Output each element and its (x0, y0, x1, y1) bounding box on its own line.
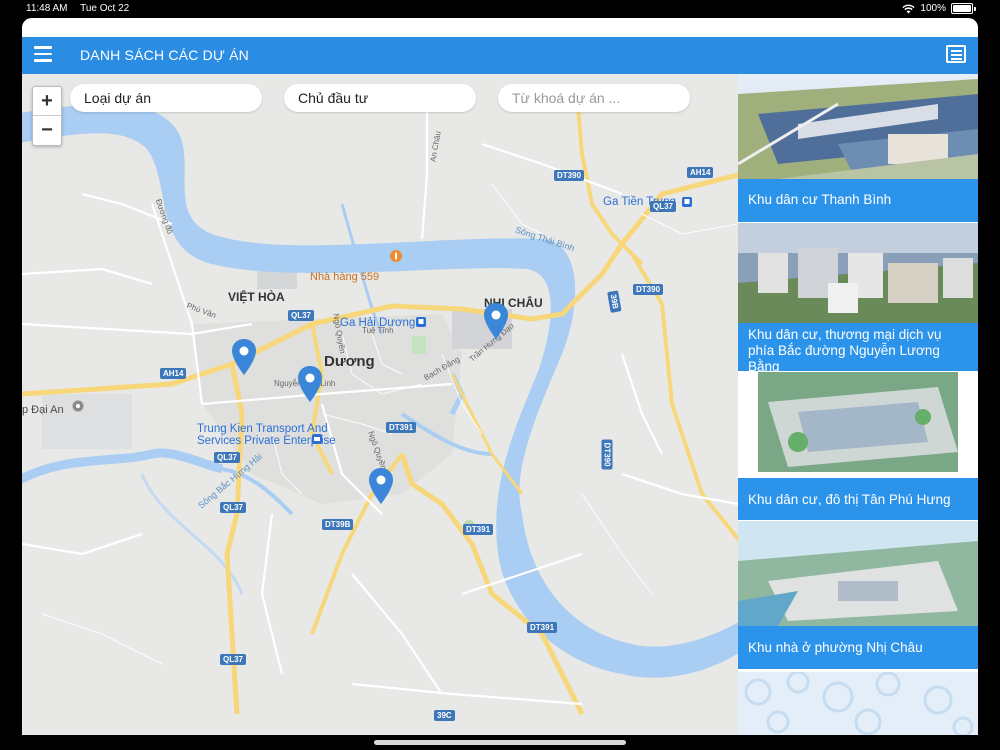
map-canvas (22, 74, 738, 735)
top-safe-area (22, 18, 978, 37)
road-shield: QL37 (220, 502, 247, 513)
project-name: Khu dân cư, đô thị Tân Phú Hưng (738, 478, 978, 520)
status-date: Tue Oct 22 (80, 3, 130, 14)
restaurant-icon (390, 250, 402, 262)
road-shield: DT391 (463, 524, 494, 535)
train-station-icon (682, 197, 692, 207)
road-shield: AH14 (687, 167, 714, 178)
project-card[interactable]: Khu dân cư, đô thị Tân Phú Hưng (738, 372, 978, 520)
road-shield: QL37 (220, 654, 247, 665)
road-shield: QL37 (214, 452, 241, 463)
map-label-viet-hoa: VIỆT HÒA (228, 290, 285, 304)
zoom-control: + − (32, 86, 62, 146)
road-shield: QL37 (288, 310, 315, 321)
road-shield: DT391 (527, 622, 558, 633)
investor-dropdown[interactable]: Chủ đầu tư (284, 84, 476, 112)
battery-cap (974, 6, 976, 11)
status-time: 11:48 AM (26, 3, 68, 14)
road-shield: DT390 (554, 170, 585, 181)
zoom-in-button[interactable]: + (33, 87, 61, 115)
location-poi-icon (72, 400, 84, 412)
battery-icon (951, 3, 973, 14)
map-pin[interactable] (232, 339, 256, 375)
map-label-dai-an: p Đại An (22, 404, 64, 416)
map-view[interactable]: VIỆT HÒA NHỊ CHÂU Dương Nhà hàng 559 Ga … (22, 74, 738, 735)
app-window: DANH SÁCH CÁC DỰ ÁN VIỆT HÒA NHỊ CHÂU Dư… (22, 18, 978, 735)
business-icon (312, 434, 322, 444)
project-card[interactable]: Khu dân cư Thanh Bình (738, 74, 978, 222)
road-shield: AH14 (160, 368, 187, 379)
road-shield: QL37 (650, 201, 677, 212)
page-title: DANH SÁCH CÁC DỰ ÁN (80, 47, 249, 63)
road-shield: DT390 (633, 284, 664, 295)
wifi-icon (902, 4, 916, 13)
map-label-restaurant: Nhà hàng 559 (310, 271, 380, 283)
list-view-icon[interactable] (946, 45, 966, 63)
map-pin[interactable] (298, 366, 322, 402)
map-pin[interactable] (369, 468, 393, 504)
project-card[interactable]: Khu nhà ở phường Nhị Châu (738, 521, 978, 669)
project-list: Khu dân cư Thanh Bình Khu dân cư, thương… (738, 74, 978, 735)
road-shield: DT390 (601, 439, 613, 470)
map-label-city: Dương (324, 353, 375, 370)
project-name: Khu dân cư Thanh Bình (738, 179, 978, 222)
battery-percent: 100% (920, 3, 946, 14)
home-indicator[interactable] (374, 740, 626, 745)
navigation-bar: DANH SÁCH CÁC DỰ ÁN (22, 37, 978, 74)
map-label-street3: Tuệ Tĩnh (362, 326, 394, 335)
hamburger-menu-icon[interactable] (34, 46, 52, 64)
status-bar: 11:48 AM Tue Oct 22 100% (0, 0, 1000, 18)
project-type-dropdown[interactable]: Loại dự án (70, 84, 262, 112)
keyword-search-input[interactable]: Từ khoá dự án ... (498, 84, 690, 112)
project-name: Khu nhà ở phường Nhị Châu (738, 626, 978, 669)
map-pin[interactable] (484, 303, 508, 339)
road-shield: DT39B (322, 519, 354, 530)
project-name: Khu dân cư, thương mại dịch vụ phía Bắc … (738, 323, 978, 371)
train-station-icon (416, 317, 426, 327)
zoom-out-button[interactable]: − (33, 116, 61, 144)
project-card[interactable]: Khu dân cư, thương mại dịch vụ phía Bắc … (738, 223, 978, 371)
decorative-pattern (738, 672, 978, 735)
road-shield: DT391 (386, 422, 417, 433)
road-shield: 39C (434, 710, 455, 721)
